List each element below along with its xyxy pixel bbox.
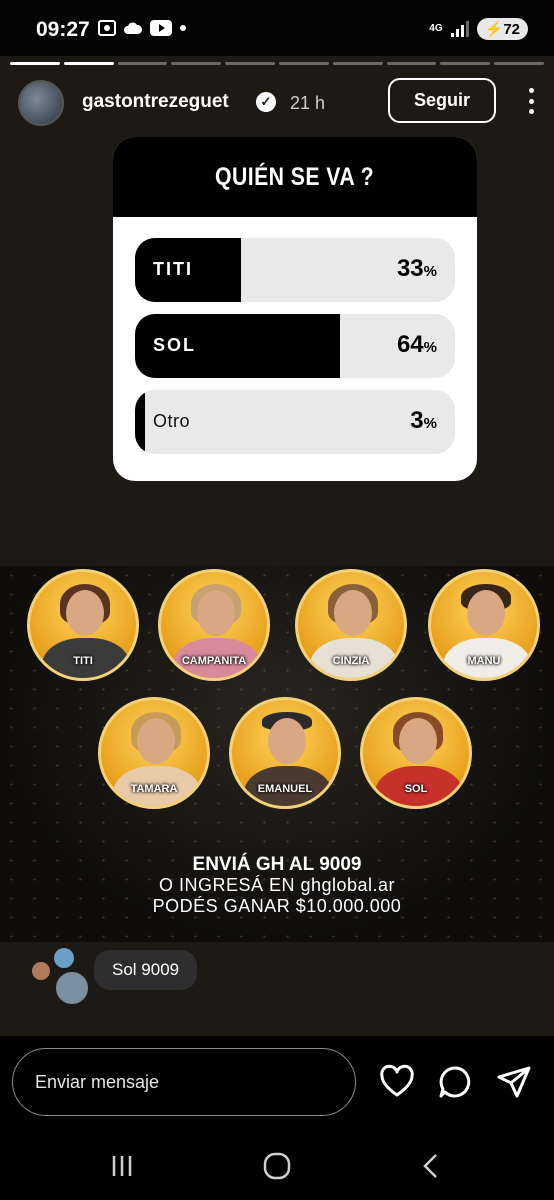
home-icon[interactable]: [261, 1150, 293, 1182]
poll-option-label: SOL: [153, 335, 197, 355]
network-type: 4G: [429, 23, 443, 34]
poll-option-otro[interactable]: Otro 3%: [135, 390, 455, 454]
poll-option-titi[interactable]: TITI 33%: [135, 238, 455, 302]
poll-options: TITI 33% SOL 64% Otro 3%: [113, 217, 477, 454]
poll-option-label: Otro: [153, 411, 191, 431]
poll-option-sol[interactable]: SOL 64%: [135, 314, 455, 378]
progress-segment: [332, 62, 383, 65]
poll-percent: 64%: [396, 331, 437, 358]
comment-icon[interactable]: [438, 1064, 474, 1100]
cloud-icon: [124, 22, 143, 34]
cta-line-2: O INGRESÁ EN ghglobal.ar: [158, 875, 396, 895]
contestant-name: EMANUEL: [257, 783, 313, 795]
avatar[interactable]: [18, 80, 64, 126]
contestant-name: MANU: [467, 655, 501, 667]
nominees-banner: TITI CAMPANITA CINZIA MANU TAMARA EMANUE…: [0, 566, 554, 942]
screenshot-icon: [98, 20, 116, 36]
more-options-icon[interactable]: [526, 88, 536, 114]
contestant-photo: CINZIA: [295, 569, 407, 681]
contestant-name: SOL: [404, 783, 428, 795]
verified-badge-icon: ✓: [256, 92, 276, 112]
poll-question: QUIÉN SE VA ?: [215, 162, 375, 191]
status-time: 09:27: [36, 18, 90, 41]
contestant-photo: CAMPANITA: [158, 569, 270, 681]
battery-indicator: ⚡72: [476, 18, 528, 40]
contestant-photo: TAMARA: [98, 697, 210, 809]
post-time: 21 h: [290, 93, 326, 113]
progress-segment: [10, 62, 60, 65]
system-nav-bar: [0, 1130, 554, 1200]
contestant-photo: SOL: [360, 697, 472, 809]
progress-segment: [440, 62, 491, 65]
contestant-photo: TITI: [27, 569, 139, 681]
poll-percent: 3%: [410, 407, 437, 434]
contestant-photo: MANU: [428, 569, 540, 681]
story-progress: [10, 62, 544, 65]
poll-percent: 33%: [396, 255, 437, 282]
contestant-name: CAMPANITA: [181, 655, 247, 667]
progress-segment: [494, 62, 544, 65]
story-viewer[interactable]: gastontrezeguet ✓ 21 h Seguir QUIÉN SE V…: [0, 56, 554, 1036]
call-to-action: ENVIÁ GH AL 9009 O INGRESÁ EN ghglobal.a…: [0, 854, 554, 917]
story-header: gastontrezeguet ✓ 21 h Seguir: [18, 78, 536, 128]
progress-segment: [225, 62, 275, 65]
youtube-icon: [150, 20, 172, 36]
recent-apps-icon[interactable]: [106, 1150, 138, 1182]
progress-segment: [117, 62, 168, 65]
status-bar: 09:27 4G ⚡72: [0, 0, 554, 56]
notification-icons: [98, 20, 187, 36]
progress-segment: [278, 62, 329, 65]
poll-header: QUIÉN SE VA ?: [113, 137, 477, 217]
cta-line-1: ENVIÁ GH AL 9009: [192, 854, 362, 875]
cta-line-3: PODÉS GANAR $10.000.000: [152, 896, 402, 916]
progress-segment: [171, 62, 222, 65]
battery-level: 72: [503, 21, 520, 38]
reply-avatars: [30, 946, 100, 1006]
poll-option-label: TITI: [153, 259, 193, 279]
poll-result-bar: [135, 390, 145, 454]
message-bar: [0, 1036, 554, 1130]
follow-button[interactable]: Seguir: [388, 78, 496, 123]
contestant-name: TITI: [73, 655, 93, 667]
share-icon[interactable]: [496, 1064, 532, 1100]
contestant-photo: EMANUEL: [229, 697, 341, 809]
back-icon[interactable]: [416, 1150, 448, 1182]
poll-sticker: QUIÉN SE VA ? TITI 33% SOL 64% Otro 3%: [113, 137, 477, 481]
heart-icon[interactable]: [379, 1064, 415, 1100]
progress-segment: [386, 62, 437, 65]
message-input[interactable]: [12, 1048, 356, 1116]
signal-icon: [450, 21, 469, 37]
contestant-name: TAMARA: [130, 783, 178, 795]
progress-segment: [63, 62, 114, 65]
reply-bubble: Sol 9009: [94, 950, 198, 990]
dot-icon: [180, 25, 186, 31]
username[interactable]: gastontrezeguet: [82, 91, 229, 113]
contestant-name: CINZIA: [332, 655, 370, 667]
